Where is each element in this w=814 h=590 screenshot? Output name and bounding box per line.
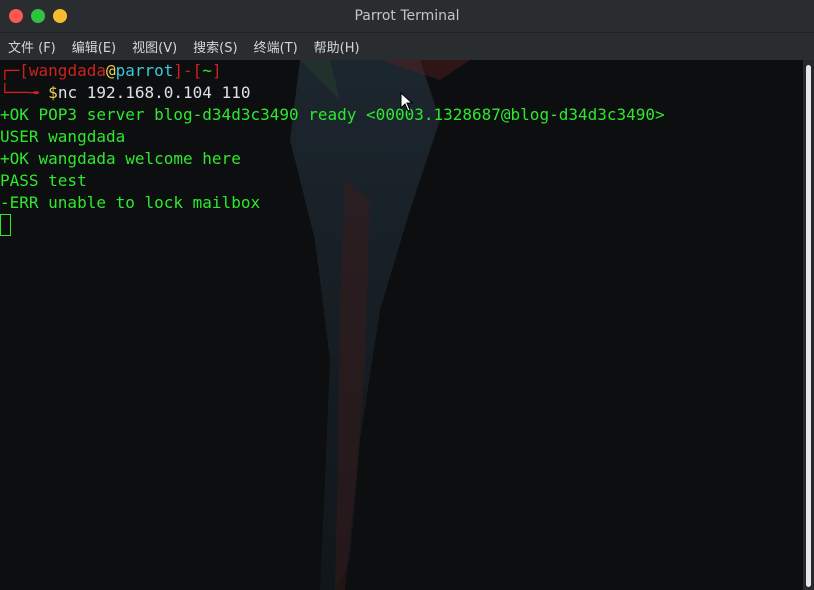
cursor-line [0,214,803,236]
vertical-scrollbar[interactable] [803,60,814,590]
output-line: USER wangdada [0,127,126,146]
menu-bar: 文件 (F) 编辑(E) 视图(V) 搜索(S) 终端(T) 帮助(H) [0,33,814,60]
menu-file[interactable]: 文件 (F) [8,37,56,56]
menu-help[interactable]: 帮助(H) [314,37,360,56]
window-title: Parrot Terminal [354,8,460,24]
prompt-line: ┌─[wangdada@parrot]-[~] [0,61,222,80]
mouse-pointer-icon [400,92,414,112]
prompt-host: parrot [115,61,174,80]
scrollbar-thumb[interactable] [806,65,811,587]
text-cursor [0,214,11,236]
command-text: nc 192.168.0.104 110 [57,83,251,102]
output-line: -ERR unable to lock mailbox [0,193,261,212]
title-bar: Parrot Terminal [0,0,814,33]
terminal-output: ┌─[wangdada@parrot]-[~] └──╼ $nc 192.168… [0,60,803,236]
menu-view[interactable]: 视图(V) [132,37,177,56]
menu-edit[interactable]: 编辑(E) [72,37,116,56]
terminal-area[interactable]: ┌─[wangdada@parrot]-[~] └──╼ $nc 192.168… [0,60,803,590]
menu-terminal[interactable]: 终端(T) [254,37,298,56]
prompt-dir: ~ [202,61,212,80]
output-line: PASS test [0,171,87,190]
menu-search[interactable]: 搜索(S) [193,37,237,56]
prompt-user: wangdada [28,61,106,80]
output-line: +OK wangdada welcome here [0,149,241,168]
